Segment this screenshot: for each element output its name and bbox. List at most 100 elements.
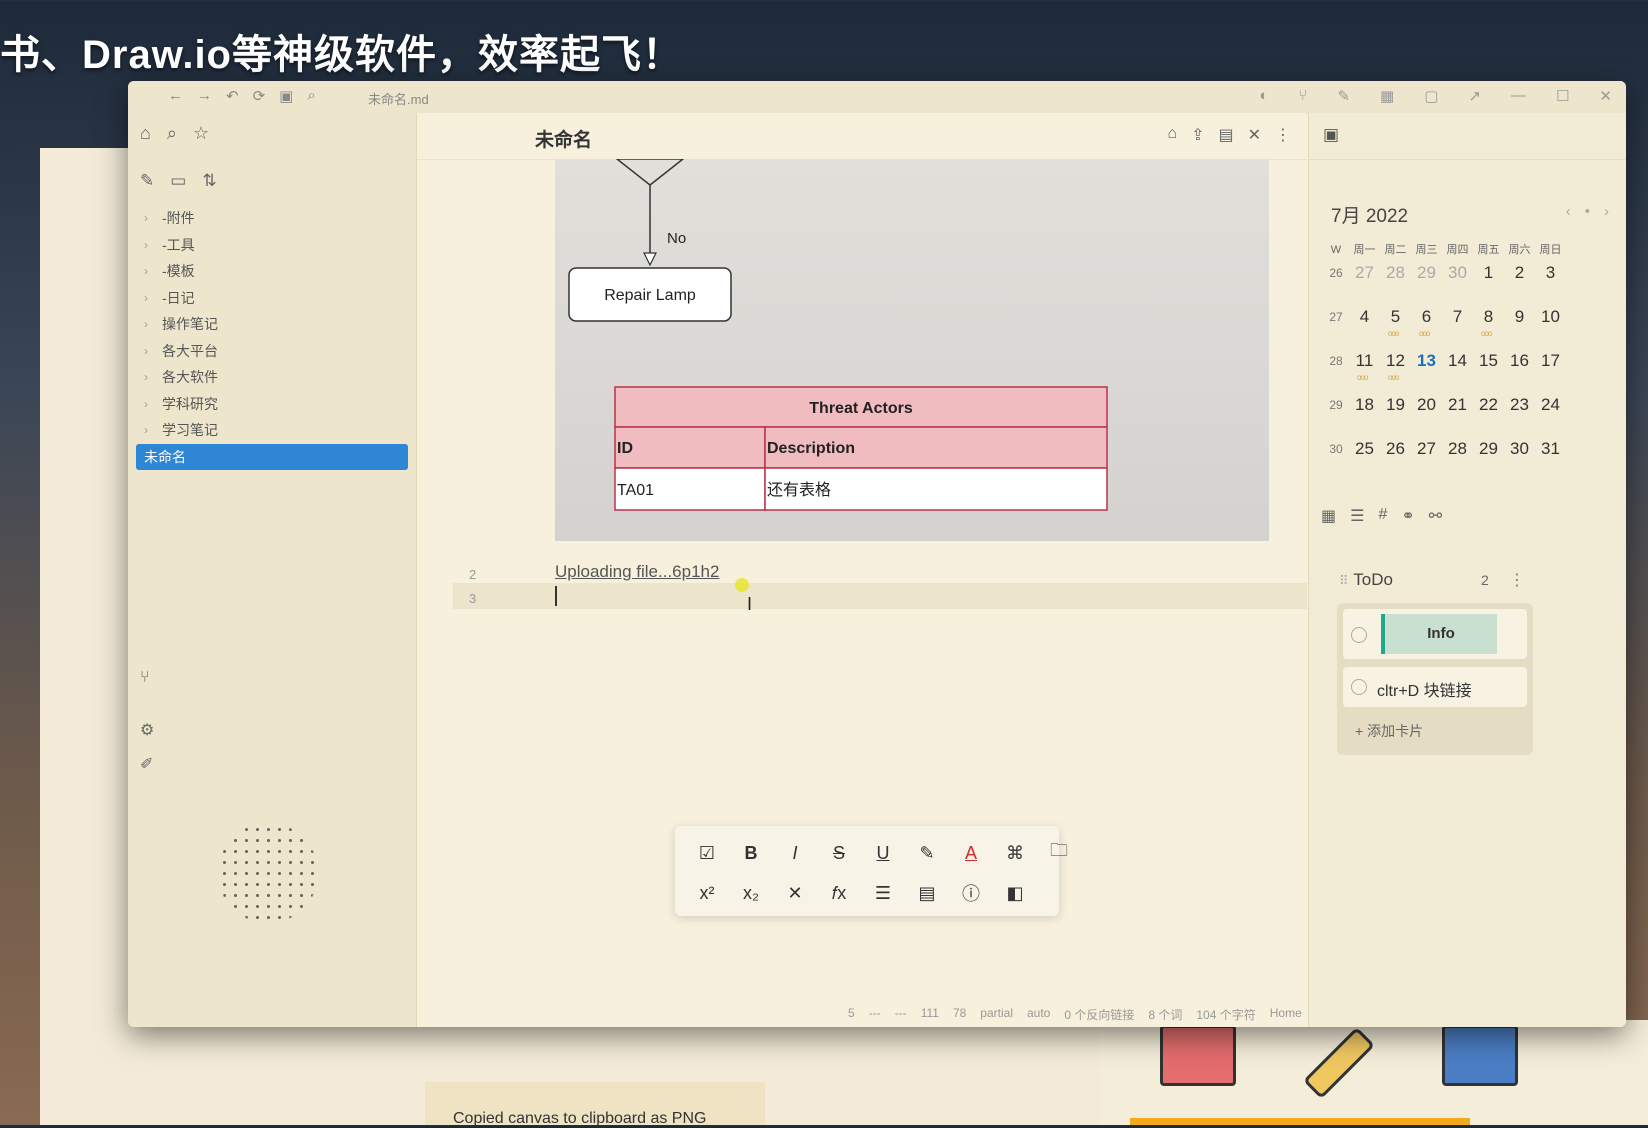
- calendar-day[interactable]: 3: [1535, 263, 1566, 283]
- back-icon[interactable]: ←: [168, 87, 183, 105]
- calendar-day-today[interactable]: 13: [1411, 351, 1442, 371]
- drawio-diagram[interactable]: No Repair Lamp Threat Actors ID Descript…: [555, 159, 1269, 541]
- add-card-button[interactable]: + 添加卡片: [1355, 721, 1423, 741]
- outgoing-link-icon[interactable]: ⚯: [1429, 506, 1442, 526]
- file-item-active[interactable]: 未命名: [136, 443, 408, 470]
- calendar-day[interactable]: 1: [1473, 263, 1504, 283]
- new-note-icon[interactable]: ✎: [140, 171, 154, 191]
- sort-icon[interactable]: ⇅: [202, 171, 216, 191]
- calendar-day[interactable]: 4: [1349, 307, 1380, 327]
- home-icon[interactable]: ⌂: [1167, 125, 1177, 145]
- grid-icon[interactable]: ▦: [1321, 506, 1336, 526]
- calendar-day[interactable]: 16: [1504, 351, 1535, 371]
- week-number[interactable]: 29: [1323, 395, 1349, 412]
- underline-button[interactable]: U: [861, 838, 905, 868]
- folder-item[interactable]: › 各大平台: [136, 338, 408, 365]
- plugin-icon[interactable]: ✐: [140, 754, 153, 774]
- minimize-button[interactable]: —: [1511, 87, 1526, 105]
- uploading-link[interactable]: Uploading file...6p1h2: [555, 562, 719, 582]
- more-icon[interactable]: ⋮: [1509, 570, 1525, 590]
- calendar-day[interactable]: 27: [1349, 263, 1380, 283]
- drag-handle-icon[interactable]: ⠿: [1339, 573, 1349, 588]
- backlinks-count[interactable]: 0 个反向链接: [1064, 1006, 1134, 1023]
- italic-button[interactable]: I: [773, 838, 817, 868]
- list-icon[interactable]: ☰: [1350, 506, 1364, 526]
- calendar-day[interactable]: 22: [1473, 395, 1504, 415]
- forward-icon[interactable]: →: [197, 87, 212, 105]
- week-number[interactable]: 27: [1323, 307, 1349, 324]
- calendar-day[interactable]: 28: [1380, 263, 1411, 283]
- calendar-day[interactable]: 27: [1411, 439, 1442, 459]
- chevron-left-icon[interactable]: ‹: [1566, 203, 1571, 220]
- status-item[interactable]: partial: [980, 1006, 1013, 1023]
- calendar-day-with-notes[interactable]: 5 ooo: [1380, 307, 1411, 338]
- checkbox-button[interactable]: ☑: [685, 838, 729, 868]
- highlight-button[interactable]: ✎: [905, 838, 949, 868]
- calendar-day[interactable]: 29: [1473, 439, 1504, 459]
- code-block-button[interactable]: ⌘: [993, 838, 1037, 868]
- week-number[interactable]: 30: [1323, 439, 1349, 456]
- calendar-day[interactable]: 7: [1442, 307, 1473, 327]
- home-icon[interactable]: ⌂: [140, 123, 151, 144]
- info-button[interactable]: ⓘ: [949, 878, 993, 908]
- superscript-button[interactable]: x²: [685, 878, 729, 908]
- kanban-card[interactable]: cltr+D 块链接: [1343, 667, 1527, 707]
- star-icon[interactable]: ☆: [193, 123, 209, 144]
- calendar-day[interactable]: 30: [1442, 263, 1473, 283]
- strikethrough-button[interactable]: S: [817, 838, 861, 868]
- calendar-day-with-notes[interactable]: 11 ooo: [1349, 351, 1380, 382]
- calendar-day[interactable]: 26: [1380, 439, 1411, 459]
- status-item[interactable]: auto: [1027, 1006, 1050, 1023]
- calendar-day[interactable]: 20: [1411, 395, 1442, 415]
- layout-button[interactable]: ◧: [993, 878, 1037, 908]
- chevron-right-icon[interactable]: ›: [1604, 203, 1609, 220]
- calendar-day[interactable]: 29: [1411, 263, 1442, 283]
- folder-item[interactable]: › 学习笔记: [136, 417, 408, 444]
- calendar-day[interactable]: 9: [1504, 307, 1535, 327]
- folder-item[interactable]: › 操作笔记: [136, 311, 408, 338]
- calendar-day-with-notes[interactable]: 8 ooo: [1473, 307, 1504, 338]
- refresh-icon[interactable]: ⟳: [253, 87, 266, 105]
- folder-button[interactable]: 🗀: [1037, 838, 1081, 868]
- folder-item[interactable]: › -附件: [136, 205, 408, 232]
- more-icon[interactable]: ⋮: [1275, 125, 1291, 145]
- kanban-card[interactable]: Info: [1343, 609, 1527, 659]
- font-color-button[interactable]: A: [949, 838, 993, 868]
- calendar-day[interactable]: 10: [1535, 307, 1566, 327]
- terminal-icon[interactable]: ▣: [279, 87, 293, 105]
- backlink-icon[interactable]: ⚭: [1401, 506, 1414, 526]
- folder-item[interactable]: › -日记: [136, 285, 408, 312]
- subscript-button[interactable]: x₂: [729, 878, 773, 908]
- close-icon[interactable]: ✕: [1248, 125, 1261, 145]
- today-dot-icon[interactable]: •: [1585, 203, 1590, 220]
- indent-button[interactable]: ☰: [861, 878, 905, 908]
- close-button[interactable]: ✕: [1599, 87, 1612, 105]
- folder-item[interactable]: › -工具: [136, 232, 408, 259]
- reading-view-icon[interactable]: ▤: [1218, 125, 1233, 145]
- calendar-day[interactable]: 2: [1504, 263, 1535, 283]
- calendar-day[interactable]: 30: [1504, 439, 1535, 459]
- calendar-day[interactable]: 19: [1380, 395, 1411, 415]
- calendar-day-with-notes[interactable]: 6 ooo: [1411, 307, 1442, 338]
- calendar-day[interactable]: 31: [1535, 439, 1566, 459]
- calendar-day[interactable]: 25: [1349, 439, 1380, 459]
- card-checkbox[interactable]: [1351, 627, 1367, 643]
- export-icon[interactable]: ⇪: [1191, 125, 1204, 145]
- undo-icon[interactable]: ↶: [226, 87, 239, 105]
- calendar-day[interactable]: 18: [1349, 395, 1380, 415]
- calendar-day[interactable]: 21: [1442, 395, 1473, 415]
- graph-view-icon[interactable]: ⑂: [140, 669, 150, 687]
- search-icon[interactable]: ⌕: [307, 87, 315, 105]
- formula-button[interactable]: 𝑓x: [817, 878, 861, 908]
- callout-button[interactable]: ▤: [905, 878, 949, 908]
- folder-item[interactable]: › -模板: [136, 258, 408, 285]
- calendar-day[interactable]: 28: [1442, 439, 1473, 459]
- calendar-day[interactable]: 14: [1442, 351, 1473, 371]
- week-number[interactable]: 28: [1323, 351, 1349, 368]
- calendar-day[interactable]: 15: [1473, 351, 1504, 371]
- search-icon[interactable]: ⌕: [167, 123, 177, 144]
- card-checkbox[interactable]: [1351, 679, 1367, 695]
- calendar-day[interactable]: 23: [1504, 395, 1535, 415]
- tag-icon[interactable]: #: [1378, 506, 1387, 526]
- calendar-icon[interactable]: ▣: [1323, 125, 1339, 145]
